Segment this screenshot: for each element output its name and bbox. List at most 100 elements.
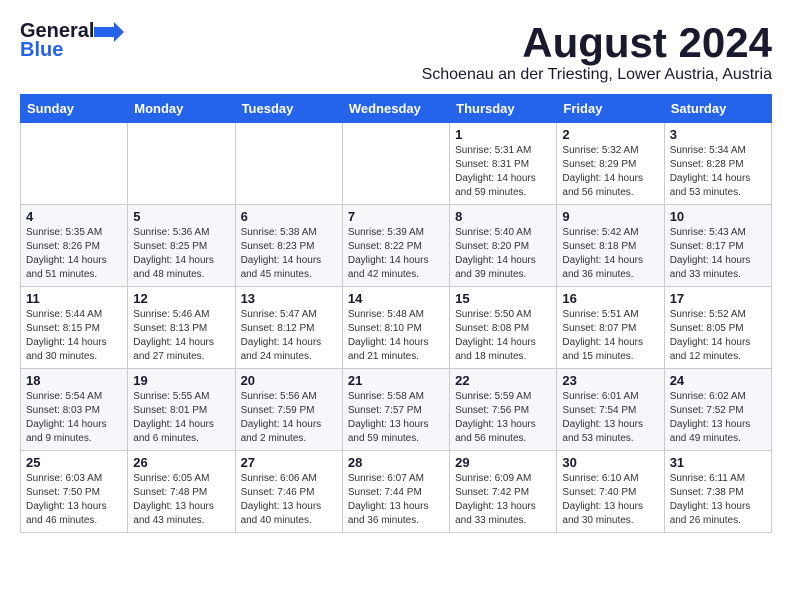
day-info: Sunrise: 5:46 AM Sunset: 8:13 PM Dayligh… <box>133 308 229 364</box>
calendar-table: SundayMondayTuesdayWednesdayThursdayFrid… <box>20 94 772 533</box>
day-number: 18 <box>26 373 122 388</box>
col-header-sunday: Sunday <box>21 95 128 123</box>
day-info: Sunrise: 5:44 AM Sunset: 8:15 PM Dayligh… <box>26 308 122 364</box>
day-info: Sunrise: 5:32 AM Sunset: 8:29 PM Dayligh… <box>562 144 658 200</box>
day-info: Sunrise: 5:58 AM Sunset: 7:57 PM Dayligh… <box>348 390 444 446</box>
day-info: Sunrise: 5:51 AM Sunset: 8:07 PM Dayligh… <box>562 308 658 364</box>
calendar-cell: 20 Sunrise: 5:56 AM Sunset: 7:59 PM Dayli… <box>235 369 342 451</box>
day-info: Sunrise: 5:50 AM Sunset: 8:08 PM Dayligh… <box>455 308 551 364</box>
calendar-cell: 24 Sunrise: 6:02 AM Sunset: 7:52 PM Dayli… <box>664 369 771 451</box>
col-header-thursday: Thursday <box>450 95 557 123</box>
day-info: Sunrise: 5:35 AM Sunset: 8:26 PM Dayligh… <box>26 226 122 282</box>
day-number: 23 <box>562 373 658 388</box>
day-number: 22 <box>455 373 551 388</box>
day-number: 30 <box>562 455 658 470</box>
calendar-week-3: 11 Sunrise: 5:44 AM Sunset: 8:15 PM Dayli… <box>21 287 772 369</box>
calendar-cell <box>21 123 128 205</box>
day-info: Sunrise: 6:06 AM Sunset: 7:46 PM Dayligh… <box>241 472 337 528</box>
col-header-saturday: Saturday <box>664 95 771 123</box>
calendar-cell <box>128 123 235 205</box>
logo-arrow-icon <box>94 22 124 42</box>
day-info: Sunrise: 5:55 AM Sunset: 8:01 PM Dayligh… <box>133 390 229 446</box>
calendar-cell: 2 Sunrise: 5:32 AM Sunset: 8:29 PM Daylig… <box>557 123 664 205</box>
day-info: Sunrise: 6:11 AM Sunset: 7:38 PM Dayligh… <box>670 472 766 528</box>
calendar-cell: 27Sunrise: 6:06 AM Sunset: 7:46 PM Dayli… <box>235 451 342 533</box>
calendar-cell: 23 Sunrise: 6:01 AM Sunset: 7:54 PM Dayli… <box>557 369 664 451</box>
day-number: 21 <box>348 373 444 388</box>
calendar-cell: 19 Sunrise: 5:55 AM Sunset: 8:01 PM Dayli… <box>128 369 235 451</box>
day-number: 5 <box>133 209 229 224</box>
calendar-cell: 8Sunrise: 5:40 AM Sunset: 8:20 PM Daylig… <box>450 205 557 287</box>
calendar-cell: 30 Sunrise: 6:10 AM Sunset: 7:40 PM Dayli… <box>557 451 664 533</box>
logo: General Blue <box>20 20 124 62</box>
month-title: August 2024 <box>422 20 772 66</box>
calendar-cell: 29 Sunrise: 6:09 AM Sunset: 7:42 PM Dayli… <box>450 451 557 533</box>
logo-blue-text: Blue <box>20 39 63 62</box>
calendar-cell: 17Sunrise: 5:52 AM Sunset: 8:05 PM Dayli… <box>664 287 771 369</box>
day-info: Sunrise: 5:38 AM Sunset: 8:23 PM Dayligh… <box>241 226 337 282</box>
day-number: 31 <box>670 455 766 470</box>
calendar-cell: 7 Sunrise: 5:39 AM Sunset: 8:22 PM Daylig… <box>342 205 449 287</box>
day-info: Sunrise: 6:07 AM Sunset: 7:44 PM Dayligh… <box>348 472 444 528</box>
day-number: 7 <box>348 209 444 224</box>
day-number: 15 <box>455 291 551 306</box>
day-number: 29 <box>455 455 551 470</box>
calendar-week-4: 18 Sunrise: 5:54 AM Sunset: 8:03 PM Dayli… <box>21 369 772 451</box>
calendar-header-row: SundayMondayTuesdayWednesdayThursdayFrid… <box>21 95 772 123</box>
day-info: Sunrise: 5:31 AM Sunset: 8:31 PM Dayligh… <box>455 144 551 200</box>
page-header: General Blue August 2024 Schoenau an der… <box>20 20 772 84</box>
day-info: Sunrise: 5:42 AM Sunset: 8:18 PM Dayligh… <box>562 226 658 282</box>
day-info: Sunrise: 5:47 AM Sunset: 8:12 PM Dayligh… <box>241 308 337 364</box>
day-number: 26 <box>133 455 229 470</box>
day-info: Sunrise: 6:09 AM Sunset: 7:42 PM Dayligh… <box>455 472 551 528</box>
calendar-week-2: 4 Sunrise: 5:35 AM Sunset: 8:26 PM Daylig… <box>21 205 772 287</box>
col-header-monday: Monday <box>128 95 235 123</box>
day-number: 25 <box>26 455 122 470</box>
calendar-cell <box>342 123 449 205</box>
calendar-cell: 31 Sunrise: 6:11 AM Sunset: 7:38 PM Dayli… <box>664 451 771 533</box>
day-info: Sunrise: 5:54 AM Sunset: 8:03 PM Dayligh… <box>26 390 122 446</box>
day-info: Sunrise: 5:48 AM Sunset: 8:10 PM Dayligh… <box>348 308 444 364</box>
day-number: 24 <box>670 373 766 388</box>
day-info: Sunrise: 6:02 AM Sunset: 7:52 PM Dayligh… <box>670 390 766 446</box>
day-number: 12 <box>133 291 229 306</box>
title-section: August 2024 Schoenau an der Triesting, L… <box>422 20 772 84</box>
day-number: 13 <box>241 291 337 306</box>
col-header-friday: Friday <box>557 95 664 123</box>
calendar-cell: 28Sunrise: 6:07 AM Sunset: 7:44 PM Dayli… <box>342 451 449 533</box>
day-info: Sunrise: 5:36 AM Sunset: 8:25 PM Dayligh… <box>133 226 229 282</box>
calendar-cell: 26 Sunrise: 6:05 AM Sunset: 7:48 PM Dayli… <box>128 451 235 533</box>
day-info: Sunrise: 6:10 AM Sunset: 7:40 PM Dayligh… <box>562 472 658 528</box>
day-info: Sunrise: 6:01 AM Sunset: 7:54 PM Dayligh… <box>562 390 658 446</box>
day-info: Sunrise: 5:43 AM Sunset: 8:17 PM Dayligh… <box>670 226 766 282</box>
calendar-cell: 18 Sunrise: 5:54 AM Sunset: 8:03 PM Dayli… <box>21 369 128 451</box>
calendar-cell: 4 Sunrise: 5:35 AM Sunset: 8:26 PM Daylig… <box>21 205 128 287</box>
location-subtitle: Schoenau an der Triesting, Lower Austria… <box>422 66 772 84</box>
day-info: Sunrise: 5:56 AM Sunset: 7:59 PM Dayligh… <box>241 390 337 446</box>
calendar-cell: 25 Sunrise: 6:03 AM Sunset: 7:50 PM Dayli… <box>21 451 128 533</box>
day-info: Sunrise: 6:03 AM Sunset: 7:50 PM Dayligh… <box>26 472 122 528</box>
day-number: 8 <box>455 209 551 224</box>
day-number: 19 <box>133 373 229 388</box>
day-number: 11 <box>26 291 122 306</box>
calendar-cell: 1 Sunrise: 5:31 AM Sunset: 8:31 PM Daylig… <box>450 123 557 205</box>
day-number: 20 <box>241 373 337 388</box>
calendar-cell: 5 Sunrise: 5:36 AM Sunset: 8:25 PM Daylig… <box>128 205 235 287</box>
day-number: 3 <box>670 127 766 142</box>
calendar-cell: 9 Sunrise: 5:42 AM Sunset: 8:18 PM Daylig… <box>557 205 664 287</box>
day-number: 9 <box>562 209 658 224</box>
day-number: 16 <box>562 291 658 306</box>
day-info: Sunrise: 6:05 AM Sunset: 7:48 PM Dayligh… <box>133 472 229 528</box>
calendar-week-5: 25 Sunrise: 6:03 AM Sunset: 7:50 PM Dayli… <box>21 451 772 533</box>
calendar-cell: 16 Sunrise: 5:51 AM Sunset: 8:07 PM Dayli… <box>557 287 664 369</box>
col-header-wednesday: Wednesday <box>342 95 449 123</box>
day-number: 1 <box>455 127 551 142</box>
day-number: 4 <box>26 209 122 224</box>
calendar-cell: 22Sunrise: 5:59 AM Sunset: 7:56 PM Dayli… <box>450 369 557 451</box>
day-number: 2 <box>562 127 658 142</box>
day-info: Sunrise: 5:39 AM Sunset: 8:22 PM Dayligh… <box>348 226 444 282</box>
day-number: 10 <box>670 209 766 224</box>
calendar-cell: 12 Sunrise: 5:46 AM Sunset: 8:13 PM Dayli… <box>128 287 235 369</box>
calendar-cell: 10 Sunrise: 5:43 AM Sunset: 8:17 PM Dayli… <box>664 205 771 287</box>
calendar-cell <box>235 123 342 205</box>
